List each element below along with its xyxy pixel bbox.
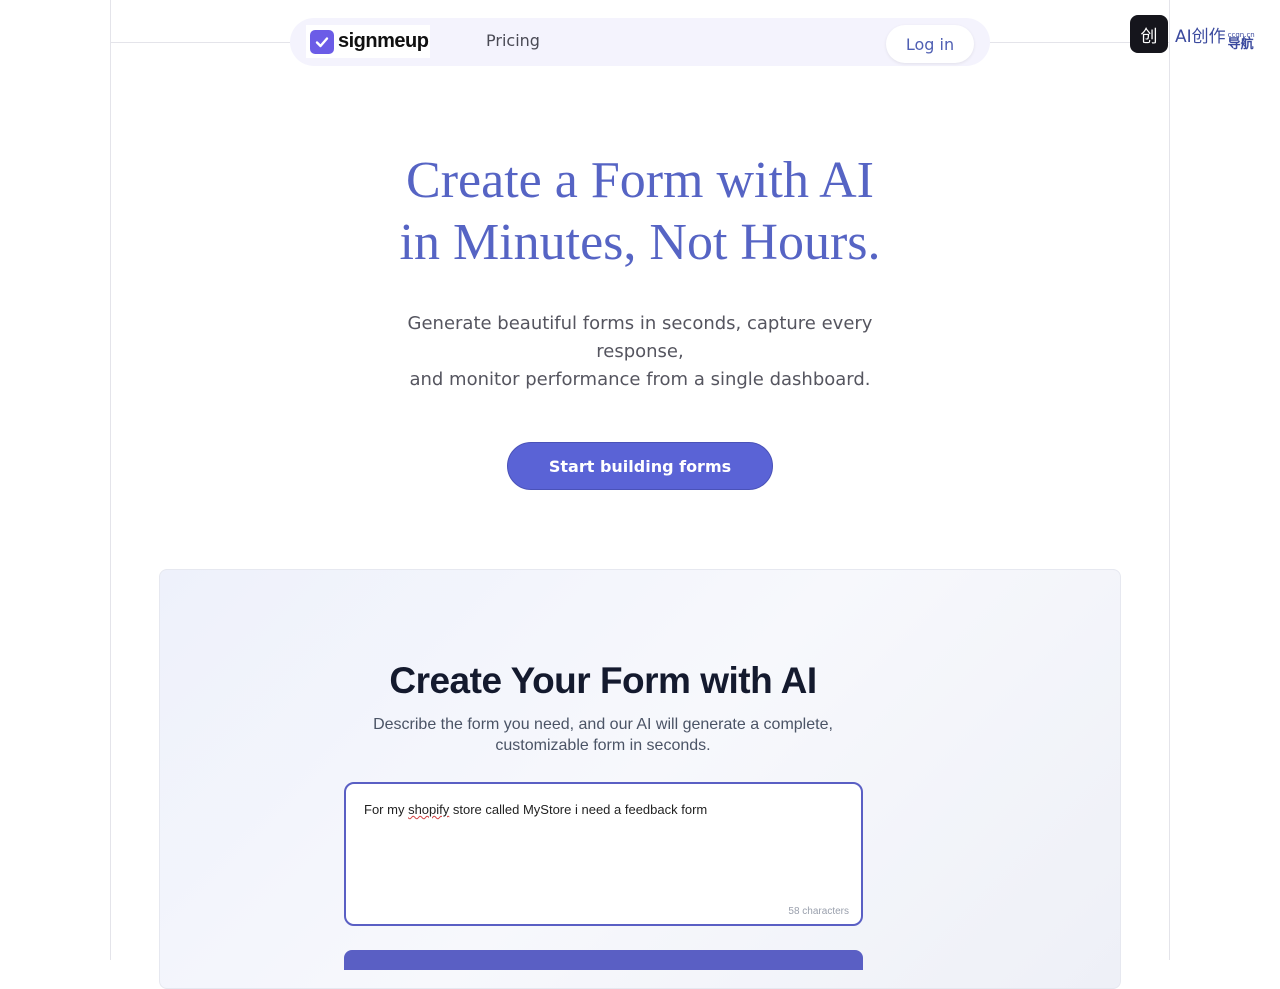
ai-form-builder-card xyxy=(159,569,1121,989)
builder-description: Describe the form you need, and our AI w… xyxy=(373,716,833,754)
character-count: 58 characters xyxy=(788,906,849,917)
builder-title: Create Your Form with AI xyxy=(389,660,817,701)
ai-badge-sub-label: 导航 xyxy=(1227,36,1254,52)
ai-badge-icon: 创 xyxy=(1130,15,1168,53)
prompt-misspelled-word: shopify xyxy=(408,802,450,817)
frame-right-border xyxy=(1169,0,1170,960)
hero-subtitle-line-2: and monitor performance from a single da… xyxy=(409,369,871,390)
ai-badge-label: AI创作 xyxy=(1175,26,1226,47)
hero-title-line-2: in Minutes, Not Hours. xyxy=(399,214,881,271)
start-building-button[interactable]: Start building forms xyxy=(507,442,773,490)
nav-link-pricing[interactable]: Pricing xyxy=(486,31,540,50)
hero-title-line-1: Create a Form with AI xyxy=(406,152,874,209)
ai-badge-text: AI创作 ccgn.cn 导航 xyxy=(1175,22,1255,52)
frame-left-border xyxy=(110,0,111,960)
hero-title: Create a Form with AI in Minutes, Not Ho… xyxy=(240,150,1040,274)
form-prompt-textarea[interactable]: For my shopify store called MyStore i ne… xyxy=(344,782,863,926)
hero-subtitle-line-1: Generate beautiful forms in seconds, cap… xyxy=(407,313,873,362)
ai-nav-badge[interactable]: 创 AI创作 ccgn.cn 导航 xyxy=(1130,15,1255,53)
checkmark-icon xyxy=(310,29,334,54)
prompt-text: For my shopify store called MyStore i ne… xyxy=(364,802,707,817)
hero-subtitle: Generate beautiful forms in seconds, cap… xyxy=(390,310,890,394)
login-button[interactable]: Log in xyxy=(886,25,974,63)
signmeup-logo[interactable]: signmeup xyxy=(306,25,430,58)
ai-badge-sub: ccgn.cn 导航 xyxy=(1227,30,1255,52)
generate-form-button[interactable] xyxy=(344,950,863,970)
logo-text: signmeup xyxy=(338,30,429,52)
prompt-text-start: For my xyxy=(364,802,409,817)
prompt-text-end: store called MyStore i need a feedback f… xyxy=(449,802,708,817)
